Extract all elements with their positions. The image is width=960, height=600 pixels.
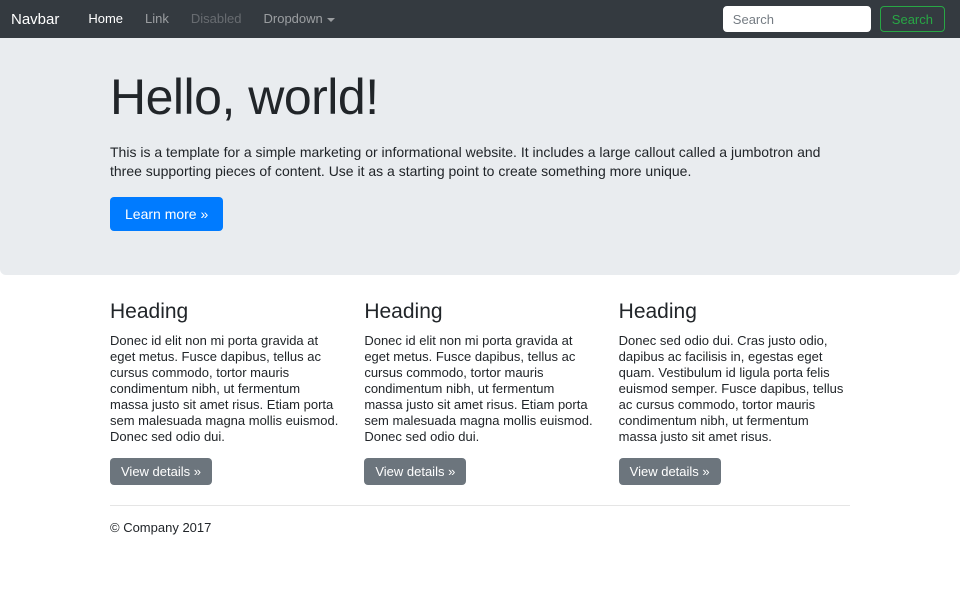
navbar-nav: Home Link Disabled Dropdown [77, 10, 722, 28]
search-button[interactable]: Search [880, 6, 945, 32]
nav-item-link[interactable]: Link [134, 5, 180, 32]
view-details-button-1[interactable]: View details » [110, 458, 212, 485]
learn-more-button[interactable]: Learn more » [110, 197, 223, 231]
marketing-column-2: Heading Donec id elit non mi porta gravi… [364, 300, 595, 485]
column-body: Donec id elit non mi porta gravida at eg… [110, 333, 341, 445]
view-details-button-3[interactable]: View details » [619, 458, 721, 485]
footer-divider [110, 505, 850, 506]
nav-item-dropdown[interactable]: Dropdown [253, 5, 346, 32]
jumbotron-title: Hello, world! [110, 68, 850, 126]
caret-down-icon [327, 18, 335, 22]
copyright-text: © Company 2017 [110, 520, 850, 535]
column-heading: Heading [619, 300, 850, 324]
navbar-search-form: Search [723, 6, 945, 32]
search-input[interactable] [723, 6, 871, 32]
nav-item-home[interactable]: Home [77, 5, 134, 32]
marketing-column-1: Heading Donec id elit non mi porta gravi… [110, 300, 341, 485]
nav-item-disabled: Disabled [180, 5, 253, 32]
column-body: Donec sed odio dui. Cras justo odio, dap… [619, 333, 850, 445]
marketing-column-3: Heading Donec sed odio dui. Cras justo o… [619, 300, 850, 485]
navbar-brand[interactable]: Navbar [11, 11, 59, 28]
jumbotron: Hello, world! This is a template for a s… [0, 38, 960, 275]
column-heading: Heading [364, 300, 595, 324]
nav-item-dropdown-label: Dropdown [264, 11, 323, 26]
view-details-button-2[interactable]: View details » [364, 458, 466, 485]
column-body: Donec id elit non mi porta gravida at eg… [364, 333, 595, 445]
footer: © Company 2017 [110, 520, 850, 535]
marketing-section: Heading Donec id elit non mi porta gravi… [110, 300, 850, 535]
navbar: Navbar Home Link Disabled Dropdown Searc… [0, 0, 960, 38]
column-heading: Heading [110, 300, 341, 324]
jumbotron-lead: This is a template for a simple marketin… [110, 143, 850, 181]
